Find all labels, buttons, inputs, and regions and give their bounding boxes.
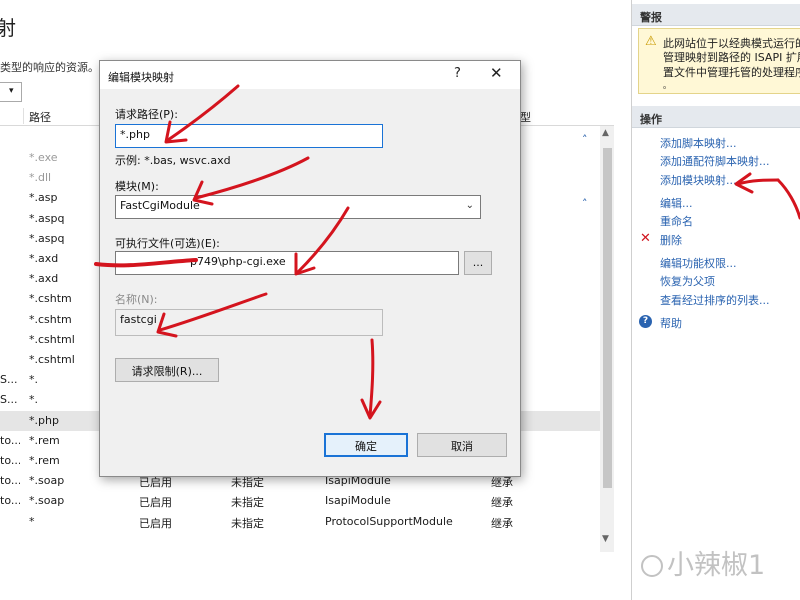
example-text: 示例: *.bas, wsvc.axd	[115, 154, 231, 167]
request-path-label: 请求路径(P):	[115, 108, 178, 121]
action-revert-to-parent[interactable]: 恢复为父项	[660, 273, 715, 289]
executable-label: 可执行文件(可选)(E):	[115, 237, 220, 250]
table-cell-c0: S...	[0, 373, 18, 386]
chevron-down-icon: ▾	[9, 86, 14, 96]
table-cell-c3: 未指定	[231, 517, 264, 530]
action-edit-feature-permissions[interactable]: 编辑功能权限...	[660, 255, 737, 271]
help-icon[interactable]: ?	[639, 315, 652, 328]
watermark-text: 小辣椒1	[667, 550, 766, 581]
table-cell-c1: *	[29, 515, 35, 528]
table-cell-c4: IsapiModule	[325, 494, 391, 507]
request-restrictions-button[interactable]: 请求限制(R)...	[115, 358, 219, 382]
name-input[interactable]: fastcgi	[115, 309, 383, 336]
table-row[interactable]: * 已启用 未指定 ProtocolSupportModule 继承	[0, 512, 600, 532]
column-header-type[interactable]: 型	[520, 109, 531, 125]
name-label: 名称(N):	[115, 293, 158, 306]
table-cell-c2: 已启用	[139, 517, 172, 530]
scroll-down-icon[interactable]: ▼	[602, 534, 609, 544]
page-description: 类型的响应的资源。	[0, 61, 99, 74]
browse-button[interactable]: ...	[464, 251, 492, 275]
cancel-button[interactable]: 取消	[417, 433, 507, 457]
alert-line: 管理映射到路径的 ISAPI 扩展	[663, 51, 800, 64]
watermark: 小辣椒1	[641, 543, 765, 582]
ok-button[interactable]: 确定	[324, 433, 408, 457]
table-cell-c0: to...	[0, 474, 20, 487]
module-select-value: FastCgiModule	[120, 199, 200, 212]
table-cell-c1: *.soap	[29, 494, 65, 507]
table-row[interactable]: to... *.soap 已启用 未指定 IsapiModule 继承	[0, 491, 600, 511]
scroll-up-icon[interactable]: ▲	[602, 128, 609, 138]
table-cell-c4: ProtocolSupportModule	[325, 515, 453, 528]
table-cell-c2: 已启用	[139, 496, 172, 509]
table-cell-c3: 未指定	[231, 496, 264, 509]
vertical-scrollbar[interactable]: ▲ ▼	[600, 126, 614, 552]
group-by-combo[interactable]: ▾	[0, 82, 22, 102]
watermark-logo-icon	[641, 555, 663, 577]
page-title: 射	[0, 16, 16, 40]
actions-header: 操作	[632, 106, 800, 128]
action-edit[interactable]: 编辑...	[660, 195, 693, 211]
table-cell-c5: 继承	[491, 496, 513, 509]
action-add-wildcard-script-map[interactable]: 添加通配符脚本映射...	[660, 153, 770, 169]
dialog-titlebar[interactable]: 编辑模块映射 ? ✕	[100, 61, 520, 89]
table-cell-c0: S...	[0, 393, 18, 406]
chevron-up-icon[interactable]: ˄	[582, 197, 588, 210]
actions-pane: 警报 ⚠ 此网站位于以经典模式运行的 管理映射到路径的 ISAPI 扩展 置文件…	[631, 0, 800, 600]
alerts-header: 警报	[632, 4, 800, 26]
module-label: 模块(M):	[115, 180, 159, 193]
alert-box: ⚠ 此网站位于以经典模式运行的 管理映射到路径的 ISAPI 扩展 置文件中管理…	[638, 28, 800, 94]
table-cell-c0: to...	[0, 454, 20, 467]
table-cell-c0: to...	[0, 434, 20, 447]
close-button[interactable]: ✕	[490, 64, 503, 82]
scrollbar-thumb[interactable]	[603, 148, 612, 488]
table-cell-c5: 继承	[491, 517, 513, 530]
column-separator[interactable]	[23, 108, 24, 124]
action-view-ordered-list[interactable]: 查看经过排序的列表...	[660, 292, 770, 308]
delete-icon[interactable]: ✕	[640, 231, 651, 246]
action-add-script-map[interactable]: 添加脚本映射...	[660, 135, 737, 151]
help-button[interactable]: ?	[454, 66, 461, 81]
action-rename[interactable]: 重命名	[660, 213, 693, 229]
action-delete[interactable]: 删除	[660, 232, 682, 248]
dialog-title: 编辑模块映射	[108, 71, 174, 84]
chevron-down-icon: ⌄	[465, 200, 474, 211]
alert-line: 置文件中管理托管的处理程序	[663, 66, 800, 79]
module-select[interactable]: FastCgiModule ⌄	[115, 195, 481, 219]
action-help[interactable]: 帮助	[660, 315, 682, 331]
chevron-up-icon[interactable]: ˄	[582, 133, 588, 146]
alert-line: 。	[663, 81, 671, 90]
request-path-input[interactable]: *.php	[115, 124, 383, 148]
action-add-module-map[interactable]: 添加模块映射...	[660, 172, 737, 188]
warning-icon: ⚠	[645, 34, 657, 49]
table-cell-c0: to...	[0, 494, 20, 507]
executable-input[interactable]: p749\php-cgi.exe	[115, 251, 459, 275]
edit-module-mapping-dialog: 编辑模块映射 ? ✕ 请求路径(P): *.php 示例: *.bas, wsv…	[99, 60, 521, 477]
column-header-path[interactable]: 路径	[29, 109, 51, 125]
